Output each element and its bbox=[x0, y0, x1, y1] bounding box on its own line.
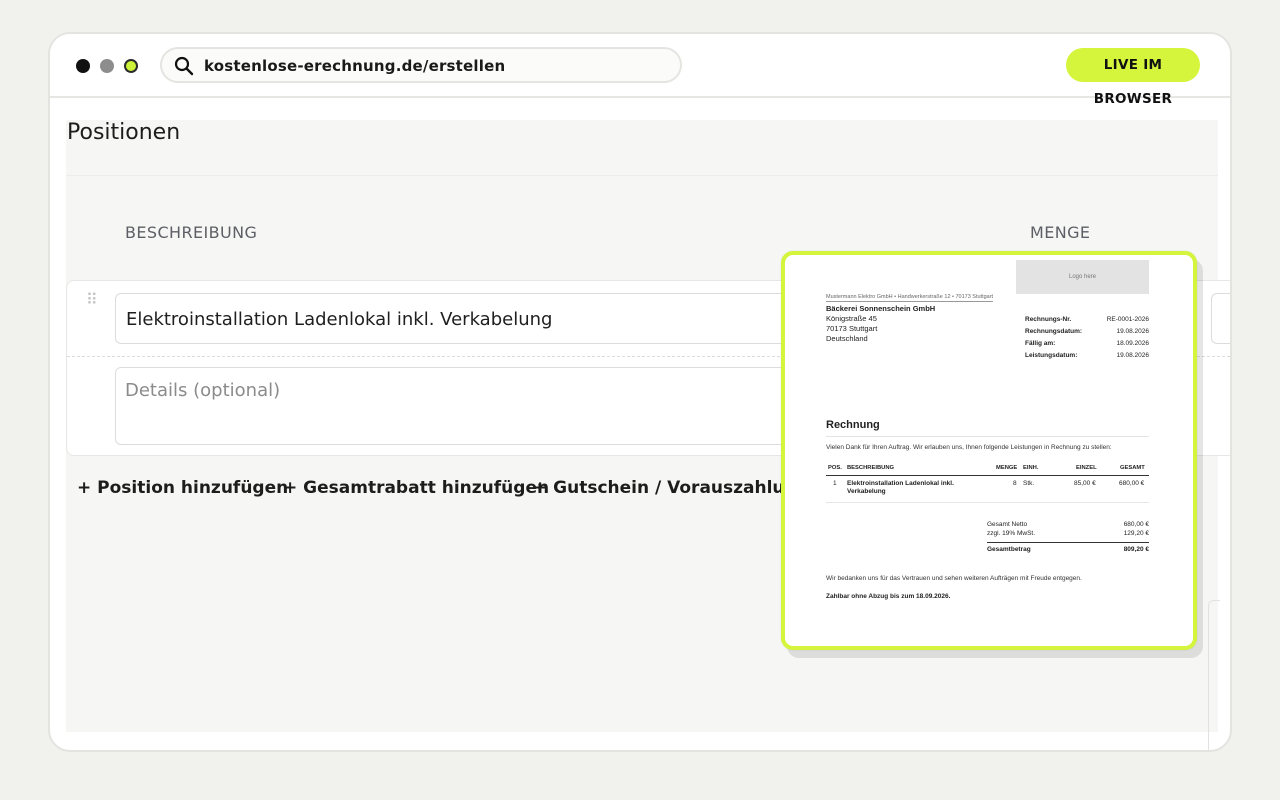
grand-total-label: Gesamtbetrag bbox=[987, 546, 1031, 553]
browser-toolbar: kostenlose-erechnung.de/erstellen LIVE I… bbox=[50, 34, 1230, 107]
items-table-header: POS. BESCHREIBUNG MENGE EINH. EINZEL GES… bbox=[826, 464, 1149, 476]
section-divider bbox=[66, 175, 1218, 176]
section-title: Positionen bbox=[67, 120, 181, 145]
quantity-input[interactable] bbox=[1211, 293, 1230, 344]
drag-handle-icon[interactable]: ⠿ bbox=[86, 293, 98, 317]
td-single: 85,00 € bbox=[1074, 480, 1096, 487]
td-pos: 1 bbox=[833, 480, 837, 487]
address-text: kostenlose-erechnung.de/erstellen bbox=[204, 57, 506, 75]
title-rule bbox=[826, 436, 1149, 437]
th-total: GESAMT bbox=[1120, 465, 1145, 471]
invoice-meta: Rechnungs-Nr. RE-0001-2026 Rechnungsdatum… bbox=[1025, 314, 1149, 362]
description-input[interactable]: Elektroinstallation Ladenlokal inkl. Ver… bbox=[115, 293, 815, 344]
meta-row: Rechnungsdatum: 19.08.2026 bbox=[1025, 326, 1149, 338]
live-badge: LIVE IM BROWSER bbox=[1066, 48, 1200, 107]
logo-placeholder: Logo here bbox=[1016, 260, 1149, 294]
side-panel-edge bbox=[1208, 600, 1220, 750]
meta-value: 19.08.2026 bbox=[1116, 328, 1149, 335]
invoice-preview: Logo here Mustermann Elektro GmbH • Hand… bbox=[781, 251, 1197, 650]
th-unit: EINH. bbox=[1023, 465, 1039, 471]
grand-total-value: 809,20 € bbox=[1123, 546, 1149, 553]
invoice-title: Rechnung bbox=[826, 419, 880, 431]
meta-label: Rechnungs-Nr. bbox=[1025, 316, 1072, 323]
invoice-paper: Logo here Mustermann Elektro GmbH • Hand… bbox=[789, 259, 1189, 642]
meta-row: Leistungsdatum: 19.08.2026 bbox=[1025, 350, 1149, 362]
items-table-row: 1 Elektroinstallation Ladenlokal inkl. V… bbox=[826, 479, 1149, 503]
grand-total-row: Gesamtbetrag 809,20 € bbox=[987, 542, 1149, 553]
thanks-note: Wir bedanken uns für das Vertrauen und s… bbox=[826, 575, 1082, 582]
totals-label: Gesamt Netto bbox=[987, 521, 1028, 528]
recipient-name: Bäckerei Sonnenschein GmbH bbox=[826, 304, 936, 313]
meta-label: Rechnungsdatum: bbox=[1025, 328, 1083, 335]
totals-value: 680,00 € bbox=[1123, 521, 1149, 528]
payment-terms: Zahlbar ohne Abzug bis zum 18.09.2026. bbox=[826, 593, 951, 600]
totals-row: Gesamt Netto 680,00 € bbox=[987, 521, 1149, 530]
details-input[interactable]: Details (optional) bbox=[115, 367, 815, 445]
td-total: 680,00 € bbox=[1119, 480, 1145, 487]
add-position-button[interactable]: + Position hinzufügen bbox=[77, 478, 288, 498]
td-unit: Stk. bbox=[1023, 480, 1035, 487]
sender-line: Mustermann Elektro GmbH • Handwerkerstra… bbox=[826, 294, 994, 302]
recipient-city: 70173 Stuttgart bbox=[826, 324, 878, 333]
th-qty: MENGE bbox=[996, 465, 1018, 471]
address-bar[interactable]: kostenlose-erechnung.de/erstellen bbox=[160, 47, 682, 83]
search-icon bbox=[174, 56, 194, 76]
invoice-intro: Vielen Dank für Ihren Auftrag. Wir erlau… bbox=[826, 444, 1112, 451]
window-close-dot[interactable] bbox=[76, 59, 90, 73]
window-minimize-dot[interactable] bbox=[100, 59, 114, 73]
column-header-quantity: MENGE bbox=[1030, 223, 1091, 242]
th-pos: POS. bbox=[828, 465, 842, 471]
recipient-street: Königstraße 45 bbox=[826, 314, 877, 323]
th-single: EINZEL bbox=[1076, 465, 1097, 471]
td-qty: 8 bbox=[1013, 480, 1017, 487]
totals-row: zzgl. 19% MwSt. 129,20 € bbox=[987, 530, 1149, 539]
recipient-block: Bäckerei Sonnenschein GmbH Königstraße 4… bbox=[826, 304, 935, 344]
meta-value: RE-0001-2026 bbox=[1106, 316, 1149, 323]
add-discount-button[interactable]: + Gesamtrabatt hinzufügen bbox=[283, 478, 549, 498]
totals-value: 129,20 € bbox=[1123, 530, 1149, 537]
column-header-description: BESCHREIBUNG bbox=[125, 223, 258, 242]
totals-label: zzgl. 19% MwSt. bbox=[987, 530, 1036, 537]
td-desc: Elektroinstallation Ladenlokal inkl. Ver… bbox=[847, 480, 954, 495]
meta-value: 18.09.2026 bbox=[1116, 340, 1149, 347]
meta-label: Fällig am: bbox=[1025, 340, 1056, 347]
meta-row: Fällig am: 18.09.2026 bbox=[1025, 338, 1149, 350]
meta-row: Rechnungs-Nr. RE-0001-2026 bbox=[1025, 314, 1149, 326]
meta-label: Leistungsdatum: bbox=[1025, 352, 1078, 359]
th-desc: BESCHREIBUNG bbox=[847, 465, 895, 471]
window-maximize-dot[interactable] bbox=[124, 59, 138, 73]
totals-block: Gesamt Netto 680,00 € zzgl. 19% MwSt. 129,… bbox=[987, 521, 1149, 553]
recipient-country: Deutschland bbox=[826, 334, 868, 343]
meta-value: 19.08.2026 bbox=[1116, 352, 1149, 359]
